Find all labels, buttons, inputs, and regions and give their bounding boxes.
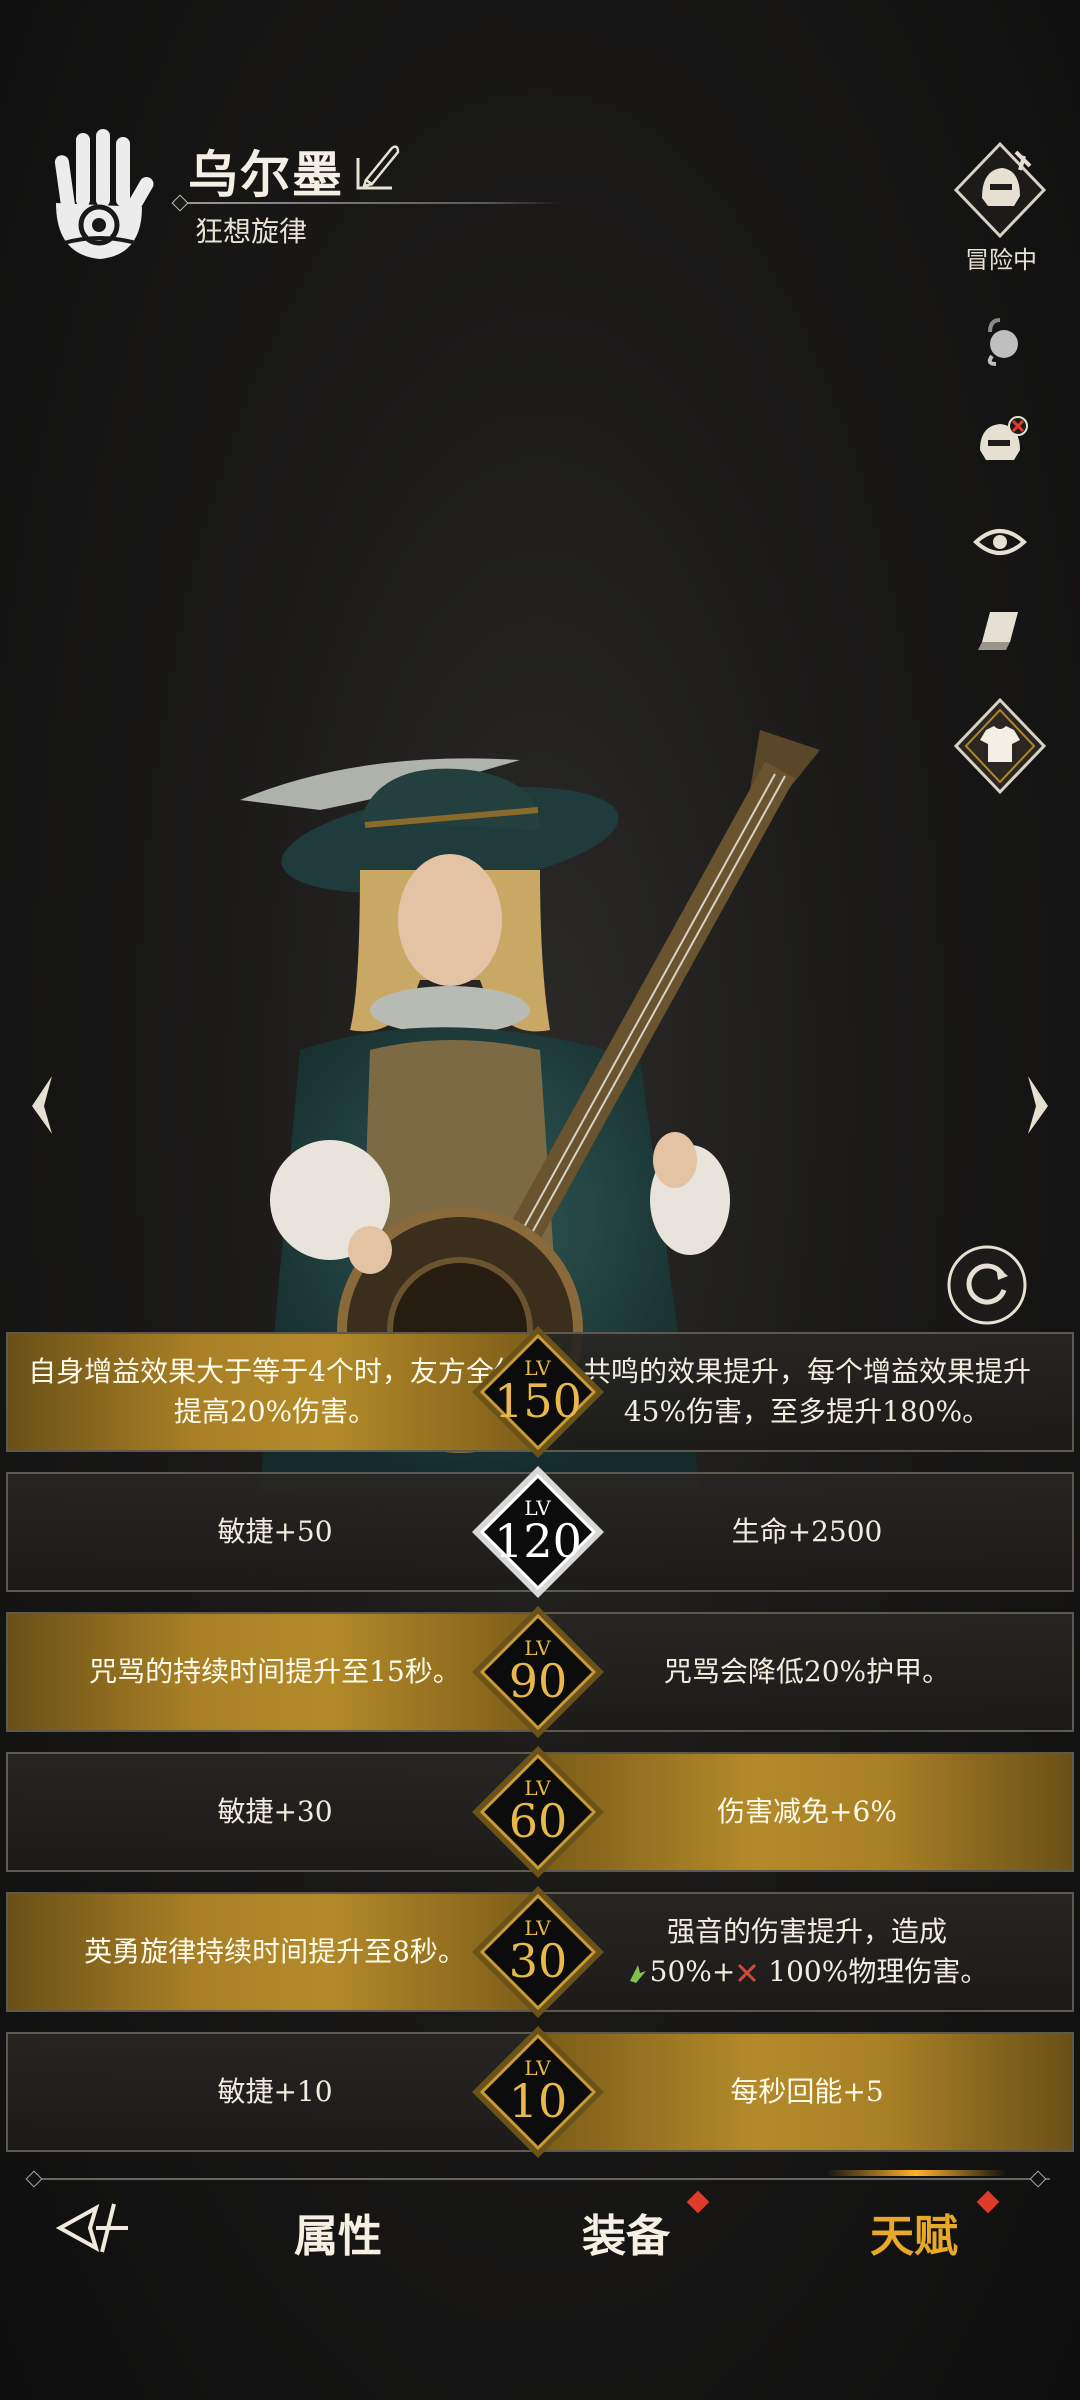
edit-name-icon[interactable] xyxy=(352,140,402,194)
attack-swords-icon xyxy=(738,1963,757,1983)
level-number: 30 xyxy=(508,1934,568,1988)
back-arrow-icon[interactable] xyxy=(56,2196,136,2260)
level-number: 60 xyxy=(508,1794,568,1848)
talent-text: 敏捷+50 xyxy=(217,1515,333,1548)
talent-text: 每秒回能+5 xyxy=(730,2075,884,2108)
talent-option-left[interactable]: 敏捷+10 xyxy=(8,2034,542,2150)
talent-text-part: 50%+ xyxy=(649,1955,736,1988)
talent-text-part: 100%物理伤害。 xyxy=(768,1955,989,1988)
agility-icon xyxy=(629,1965,646,1983)
character-name: 乌尔墨 xyxy=(188,145,344,204)
outfit-button[interactable] xyxy=(950,696,1050,796)
talent-option-left[interactable]: 自身增益效果大于等于4个时，友方全体提高20%伤害。 xyxy=(8,1334,542,1450)
talent-text: 敏捷+10 xyxy=(217,2075,333,2108)
talent-text: 伤害减免+6% xyxy=(717,1795,897,1828)
eye-icon[interactable] xyxy=(968,510,1032,574)
talent-text: 强音的伤害提升，造成 50%+ 100%物理伤害。 xyxy=(626,1912,989,1992)
tab-attributes[interactable]: 属性 xyxy=(238,2200,438,2264)
nav-divider xyxy=(30,2178,1050,2180)
name-divider-diamond xyxy=(171,194,189,212)
talent-option-right[interactable]: 共鸣的效果提升，每个增益效果提升45%伤害，至多提升180%。 xyxy=(542,1334,1072,1450)
eraser-icon[interactable] xyxy=(968,598,1032,662)
talent-text: 英勇旋律持续时间提升至8秒。 xyxy=(84,1935,466,1968)
talent-text: 敏捷+30 xyxy=(217,1795,333,1828)
talent-text-line: 强音的伤害提升，造成 xyxy=(666,1915,947,1948)
level-badge: LV 30 xyxy=(470,1884,606,2020)
level-badge: LV 150 xyxy=(470,1324,606,1460)
talent-option-left[interactable]: 咒骂的持续时间提升至15秒。 xyxy=(8,1614,542,1730)
adventure-status-label: 冒险中 xyxy=(965,246,1037,274)
character-illustration xyxy=(240,730,820,1490)
next-character-arrow-icon[interactable] xyxy=(1018,1070,1058,1140)
character-title: 狂想旋律 xyxy=(195,215,308,248)
talent-option-right[interactable]: 咒骂会降低20%护甲。 xyxy=(542,1614,1072,1730)
talent-option-left[interactable]: 英勇旋律持续时间提升至8秒。 xyxy=(8,1894,542,2010)
level-number: 150 xyxy=(494,1374,582,1428)
name-divider xyxy=(172,202,562,204)
talent-text: 咒骂会降低20%护甲。 xyxy=(663,1655,951,1688)
level-number: 90 xyxy=(508,1654,568,1708)
pet-icon[interactable] xyxy=(968,310,1032,374)
level-badge: LV 10 xyxy=(470,2024,606,2160)
talent-text-line: 50%+ 100%物理伤害。 xyxy=(626,1952,989,1992)
talent-option-right[interactable]: 每秒回能+5 xyxy=(542,2034,1072,2150)
talent-text: 生命+2500 xyxy=(731,1515,883,1548)
talent-option-right[interactable]: 强音的伤害提升，造成 50%+ 100%物理伤害。 xyxy=(542,1894,1072,2010)
nav-divider-diamond xyxy=(25,2170,43,2188)
level-badge: LV 60 xyxy=(470,1744,606,1880)
talent-option-right[interactable]: 生命+2500 xyxy=(542,1474,1072,1590)
talent-option-right[interactable]: 伤害减免+6% xyxy=(542,1754,1072,1870)
talent-option-left[interactable]: 敏捷+30 xyxy=(8,1754,542,1870)
reset-rotate-icon[interactable] xyxy=(946,1244,1028,1326)
level-badge: LV 90 xyxy=(470,1604,606,1740)
adventure-helmet-button[interactable] xyxy=(950,140,1050,240)
level-number: 120 xyxy=(494,1514,582,1568)
level-badge: LV 120 xyxy=(470,1464,606,1600)
previous-character-arrow-icon[interactable] xyxy=(22,1070,62,1140)
hand-emblem-icon xyxy=(54,129,154,259)
active-tab-indicator xyxy=(826,2170,1006,2176)
nav-divider-diamond xyxy=(1029,2170,1047,2188)
talent-text: 共鸣的效果提升，每个增益效果提升45%伤害，至多提升180%。 xyxy=(582,1355,1031,1428)
level-number: 10 xyxy=(508,2074,568,2128)
talent-text: 自身增益效果大于等于4个时，友方全体提高20%伤害。 xyxy=(28,1355,522,1428)
talent-text: 咒骂的持续时间提升至15秒。 xyxy=(89,1655,461,1688)
talent-option-left[interactable]: 敏捷+50 xyxy=(8,1474,542,1590)
hide-helmet-icon[interactable] xyxy=(968,410,1032,474)
